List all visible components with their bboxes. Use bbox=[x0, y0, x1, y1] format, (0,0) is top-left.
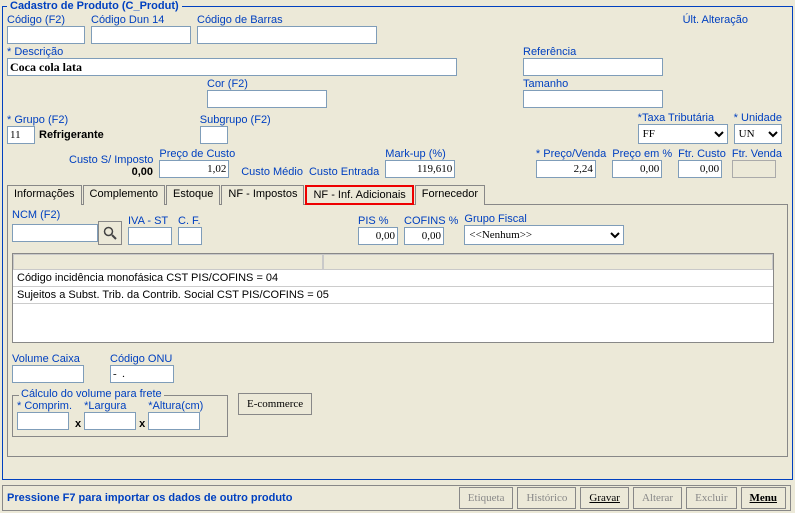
etiqueta-button[interactable]: Etiqueta bbox=[459, 487, 514, 509]
label-cofins: COFINS % bbox=[404, 215, 458, 227]
dun-input[interactable] bbox=[91, 26, 191, 44]
label-custosi: Custo S/ Imposto bbox=[69, 154, 153, 166]
tab-panel: NCM (F2) IVA - ST C. F. PIS % COFINS % G… bbox=[7, 205, 788, 457]
referencia-input[interactable] bbox=[523, 58, 663, 76]
label-referencia: Referência bbox=[523, 46, 663, 58]
barras-input[interactable] bbox=[197, 26, 377, 44]
descricao-input[interactable] bbox=[7, 58, 457, 76]
tab-estoque[interactable]: Estoque bbox=[166, 185, 220, 205]
label-precovenda: * Preço/Venda bbox=[536, 148, 606, 160]
tamanho-input[interactable] bbox=[523, 90, 663, 108]
tab-fornecedor[interactable]: Fornecedor bbox=[415, 185, 485, 205]
ivast-input[interactable] bbox=[128, 227, 172, 245]
volcaixa-input[interactable] bbox=[12, 365, 84, 383]
tab-nf-inf-adicionais[interactable]: NF - Inf. Adicionais bbox=[305, 185, 413, 205]
onu-input[interactable] bbox=[110, 365, 174, 383]
ftrvenda-input bbox=[732, 160, 776, 178]
label-subgrupo: Subgrupo (F2) bbox=[200, 114, 271, 126]
gravar-button[interactable]: Gravar bbox=[580, 487, 629, 509]
label-descricao: * Descrição bbox=[7, 46, 457, 58]
precopct-input[interactable] bbox=[612, 160, 662, 178]
grupo-cod-input[interactable] bbox=[7, 126, 35, 144]
markup-input[interactable] bbox=[385, 160, 455, 178]
label-largura: *Largura bbox=[84, 400, 136, 412]
label-ultalt: Últ. Alteração bbox=[683, 14, 748, 26]
label-custoentrada: Custo Entrada bbox=[309, 166, 379, 178]
label-pis: PIS % bbox=[358, 215, 398, 227]
alterar-button[interactable]: Alterar bbox=[633, 487, 682, 509]
taxa-select[interactable]: FF bbox=[638, 124, 728, 144]
cor-input[interactable] bbox=[207, 90, 327, 108]
tab-informacoes[interactable]: Informações bbox=[7, 185, 82, 205]
label-ftrvenda: Ftr. Venda bbox=[732, 148, 782, 160]
cf-input[interactable] bbox=[178, 227, 202, 245]
pis-input[interactable] bbox=[358, 227, 398, 245]
label-calcvol: Cálculo do volume para frete bbox=[19, 388, 164, 400]
label-altura: *Altura(cm) bbox=[148, 400, 203, 412]
label-grupo: * Grupo (F2) bbox=[7, 114, 104, 126]
cofins-input[interactable] bbox=[404, 227, 444, 245]
label-dun: Código Dun 14 bbox=[91, 14, 191, 26]
label-grupofiscal: Grupo Fiscal bbox=[464, 213, 624, 225]
multiply-icon: x bbox=[136, 418, 148, 430]
form-title: Cadastro de Produto (C_Produt) bbox=[7, 0, 182, 12]
precocusto-input[interactable] bbox=[159, 160, 229, 178]
search-ncm-button[interactable] bbox=[98, 221, 122, 245]
footer-bar: Pressione F7 para importar os dados de o… bbox=[2, 485, 791, 511]
subgrupo-input[interactable] bbox=[200, 126, 228, 144]
product-form: Cadastro de Produto (C_Produt) Código (F… bbox=[2, 0, 793, 480]
custosi-value: 0,00 bbox=[69, 166, 153, 178]
label-markup: Mark-up (%) bbox=[385, 148, 455, 160]
altura-input[interactable] bbox=[148, 412, 200, 430]
grupofiscal-select[interactable]: <<Nenhum>> bbox=[464, 225, 624, 245]
tab-complemento[interactable]: Complemento bbox=[83, 185, 165, 205]
frete-volume-group: Cálculo do volume para frete * Comprim. … bbox=[12, 395, 228, 437]
label-taxa: *Taxa Tributária bbox=[638, 112, 728, 124]
cst-listbox[interactable]: Código incidência monofásica CST PIS/COF… bbox=[12, 253, 774, 343]
grupo-nome: Refrigerante bbox=[39, 129, 104, 141]
ftrcusto-input[interactable] bbox=[678, 160, 722, 178]
label-ivast: IVA - ST bbox=[128, 215, 172, 227]
ncm-input[interactable] bbox=[12, 224, 98, 242]
tab-nf-impostos[interactable]: NF - Impostos bbox=[221, 185, 304, 205]
label-barras: Código de Barras bbox=[197, 14, 377, 26]
list-item[interactable]: Código incidência monofásica CST PIS/COF… bbox=[13, 270, 773, 287]
excluir-button[interactable]: Excluir bbox=[686, 487, 736, 509]
label-cor: Cor (F2) bbox=[207, 78, 327, 90]
label-ncm: NCM (F2) bbox=[12, 209, 122, 221]
precovenda-input[interactable] bbox=[536, 160, 596, 178]
list-item[interactable]: Sujeitos a Subst. Trib. da Contrib. Soci… bbox=[13, 287, 773, 304]
search-icon bbox=[103, 226, 117, 240]
historico-button[interactable]: Histórico bbox=[517, 487, 576, 509]
codigo-input[interactable] bbox=[7, 26, 85, 44]
unidade-select[interactable]: UN bbox=[734, 124, 782, 144]
ecommerce-button[interactable]: E-commerce bbox=[238, 393, 312, 415]
menu-button[interactable]: Menu bbox=[741, 487, 787, 509]
label-volcaixa: Volume Caixa bbox=[12, 353, 84, 365]
largura-input[interactable] bbox=[84, 412, 136, 430]
label-unidade: * Unidade bbox=[734, 112, 782, 124]
label-ftrcusto: Ftr. Custo bbox=[678, 148, 726, 160]
label-customedio: Custo Médio bbox=[241, 166, 303, 178]
multiply-icon: x bbox=[72, 418, 84, 430]
label-onu: Código ONU bbox=[110, 353, 174, 365]
label-precopct: Preço em % bbox=[612, 148, 672, 160]
label-precocusto: Preço de Custo bbox=[159, 148, 235, 160]
label-codigo: Código (F2) bbox=[7, 14, 85, 26]
label-comprim: * Comprim. bbox=[17, 400, 72, 412]
footer-message: Pressione F7 para importar os dados de o… bbox=[7, 492, 292, 504]
tab-strip: Informações Complemento Estoque NF - Imp… bbox=[7, 184, 788, 205]
label-cf: C. F. bbox=[178, 215, 202, 227]
comprim-input[interactable] bbox=[17, 412, 69, 430]
label-tamanho: Tamanho bbox=[523, 78, 663, 90]
